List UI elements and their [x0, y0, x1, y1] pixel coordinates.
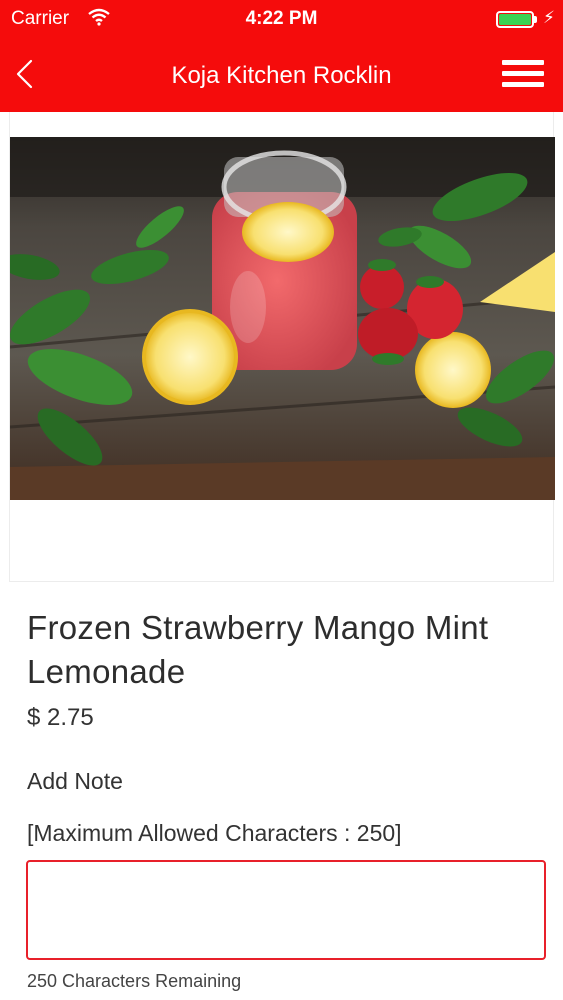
status-bar: Carrier 4:22 PM ⚡: [0, 0, 563, 38]
clock: 4:22 PM: [245, 8, 318, 29]
product-image-card: [9, 112, 555, 582]
characters-remaining-text: 250 Characters Remaining: [27, 971, 242, 991]
page-title: Koja Kitchen Rocklin: [171, 62, 392, 89]
product-photo: [10, 137, 555, 500]
note-input[interactable]: [26, 860, 546, 960]
hamburger-menu-icon[interactable]: [502, 60, 544, 90]
add-note-label: Add Note: [27, 768, 123, 794]
product-name: Frozen Strawberry Mango Mint Lemonade: [27, 609, 489, 690]
product-price: $ 2.75: [27, 704, 94, 731]
charging-bolt-icon: ⚡: [543, 8, 555, 27]
battery-tip: [534, 16, 537, 23]
navigation-bar: Koja Kitchen Rocklin: [0, 38, 563, 112]
battery-icon: [496, 11, 534, 28]
character-limit-text: [Maximum Allowed Characters : 250]: [27, 820, 402, 846]
